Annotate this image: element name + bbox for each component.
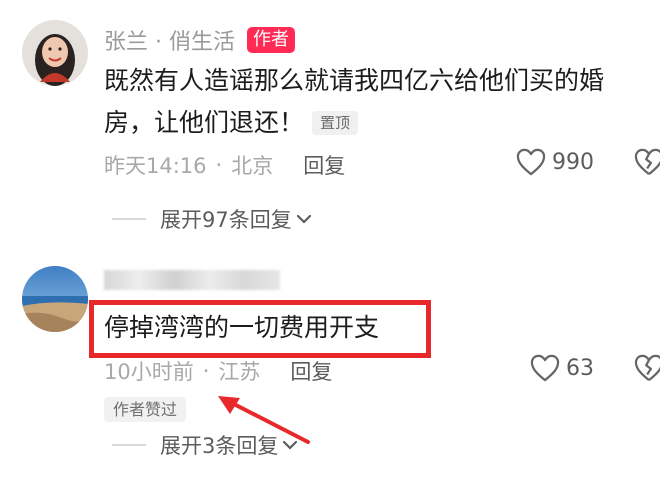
- comment-location: 江苏: [218, 360, 261, 384]
- chevron-down-icon: [283, 440, 298, 450]
- like-button[interactable]: 990: [516, 148, 594, 176]
- expand-replies-label: 展开3条回复: [160, 434, 279, 458]
- divider-line: [112, 218, 146, 220]
- comment-text: 既然有人造谣那么就请我四亿六给他们买的婚房，让他们退还！ 置顶: [104, 60, 634, 144]
- author-liked-badge: 作者赞过: [104, 396, 187, 422]
- expand-replies[interactable]: 展开3条回复: [112, 430, 298, 460]
- comment-meta: 10小时前 · 江苏 回复: [104, 356, 332, 386]
- divider-line: [112, 444, 146, 446]
- comment-time: 昨天14:16: [104, 154, 207, 178]
- comment-time: 10小时前: [104, 360, 194, 384]
- heart-outline-icon: [516, 148, 546, 176]
- dislike-button[interactable]: [634, 354, 660, 386]
- reply-button[interactable]: 回复: [303, 150, 345, 180]
- broken-heart-icon: [634, 148, 660, 176]
- dislike-button[interactable]: [634, 148, 660, 180]
- chevron-down-icon: [296, 214, 311, 224]
- username-redacted: [104, 270, 280, 290]
- pinned-badge: 置顶: [311, 111, 358, 135]
- heart-outline-icon: [530, 354, 560, 382]
- expand-replies-label: 展开97条回复: [160, 208, 292, 232]
- username[interactable]: 张兰 · 俏生活: [104, 24, 235, 56]
- like-count: 990: [552, 149, 594, 175]
- author-badge: 作者: [246, 27, 295, 53]
- reply-button[interactable]: 回复: [290, 356, 332, 386]
- meta-separator: ·: [202, 359, 210, 383]
- avatar[interactable]: [22, 20, 88, 86]
- comment-header: 张兰 · 俏生活 作者: [104, 24, 295, 56]
- avatar[interactable]: [22, 266, 88, 332]
- comment-text: 停掉湾湾的一切费用开支: [104, 307, 379, 349]
- comment-body: 停掉湾湾的一切费用开支: [104, 313, 380, 342]
- like-count: 63: [566, 355, 594, 381]
- expand-replies[interactable]: 展开97条回复: [112, 204, 312, 234]
- meta-separator: ·: [215, 153, 223, 177]
- like-button[interactable]: 63: [530, 354, 594, 382]
- comment-meta: 昨天14:16 · 北京 回复: [104, 150, 345, 180]
- broken-heart-icon: [634, 354, 660, 382]
- comment-location: 北京: [231, 154, 274, 178]
